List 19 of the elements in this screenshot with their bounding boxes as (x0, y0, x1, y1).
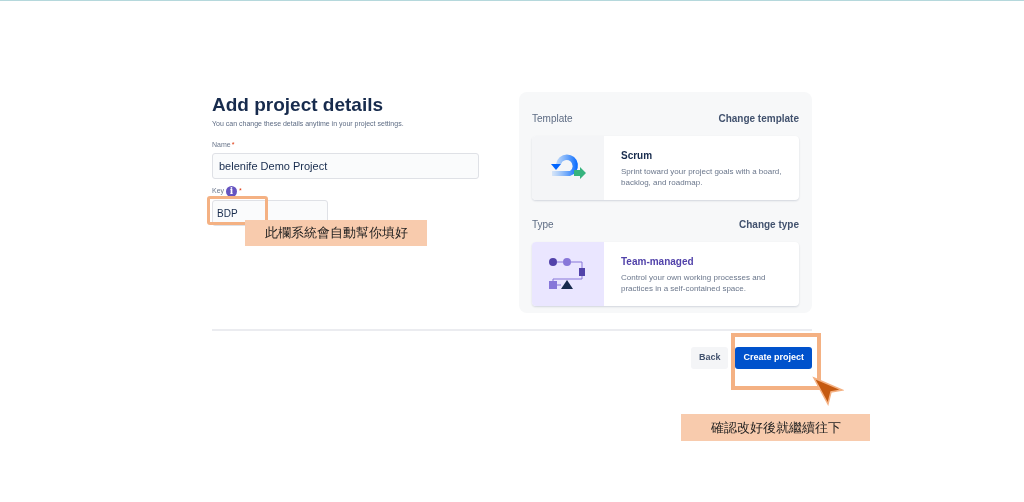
name-field[interactable]: belenife Demo Project (212, 153, 479, 179)
option-description: Control your own working processes and practices in a self-contained space. (621, 272, 767, 294)
back-button[interactable]: Back (690, 347, 729, 369)
option-title: Team-managed (621, 255, 695, 269)
option-title: Scrum (621, 149, 654, 163)
section-label: Template (532, 112, 573, 126)
annotation-tooltip: 確認改好後就繼續往下 (681, 414, 870, 441)
page-title: Add project details (212, 93, 385, 117)
option-card[interactable]: Scrum Sprint toward your project goals with a board, backlog, and roadmap. (532, 136, 799, 200)
cursor-arrow-icon (812, 376, 844, 406)
change-link[interactable]: Change template (718, 111, 799, 126)
section-label: Type (532, 218, 554, 232)
create-project-button[interactable]: Create project (735, 347, 812, 369)
workflow-diagram-icon (548, 257, 588, 291)
change-link[interactable]: Change type (739, 217, 799, 232)
info-icon[interactable]: i (226, 186, 238, 197)
option-description: Sprint toward your project goals with a board, backlog, and roadmap. (621, 166, 783, 188)
option-card[interactable]: Team-managed Control your own working processes and practices in a self-contained space. (532, 242, 799, 306)
annotation-tooltip: 此欄系統會自動幫你填好 (245, 220, 427, 246)
